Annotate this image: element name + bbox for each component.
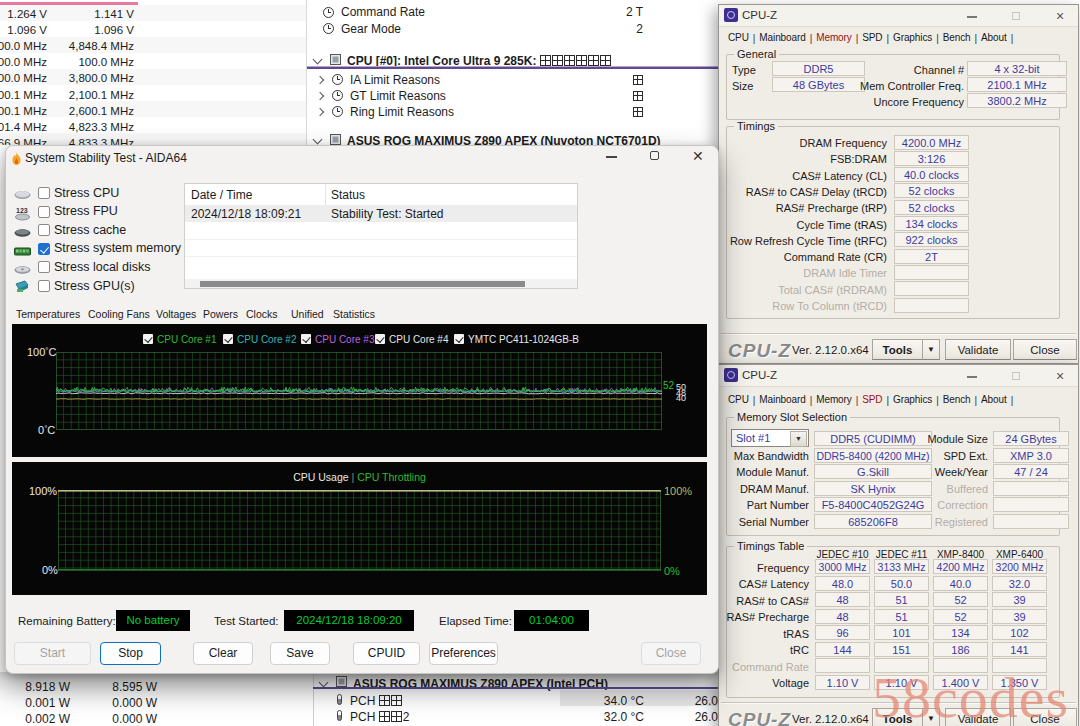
svg-text:123: 123 [16, 207, 28, 214]
